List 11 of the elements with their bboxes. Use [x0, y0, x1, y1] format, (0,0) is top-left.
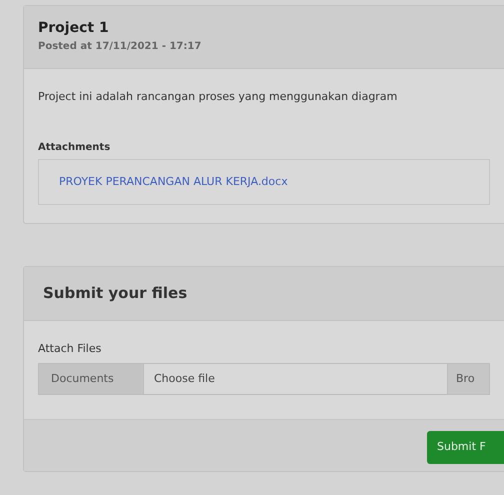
browse-button[interactable]: Bro: [448, 363, 490, 395]
posted-date: Posted at 17/11/2021 - 17:17: [38, 40, 202, 54]
project-title: Project 1: [38, 19, 110, 38]
attachments-label: Attachments: [38, 140, 112, 154]
project-description: Project ini adalah rancangan proses yang menggunakan diagram: [38, 89, 398, 105]
input-prefix: Documents: [38, 363, 144, 395]
submit-button[interactable]: Submit F: [427, 431, 504, 464]
file-input[interactable]: Choose file: [144, 363, 448, 395]
field-label: Attach Files: [38, 340, 102, 356]
attachment-link[interactable]: PROYEK PERANCANGAN ALUR KERJA.docx: [59, 174, 288, 188]
section-title: Submit your files: [24, 267, 504, 320]
